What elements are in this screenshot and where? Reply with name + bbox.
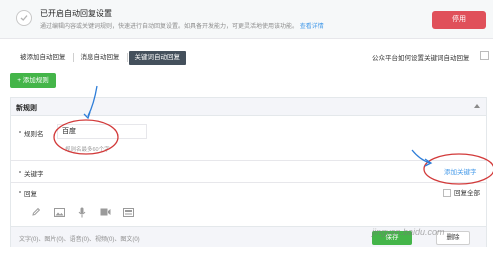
watermark: jingyan.baidu.com bbox=[372, 227, 445, 237]
divider bbox=[11, 160, 486, 161]
bullet-icon bbox=[19, 131, 21, 133]
keyword-label: 关键字 bbox=[24, 171, 44, 178]
reply-all-label: 回复全部 bbox=[454, 190, 480, 197]
reply-label: 回复 bbox=[24, 191, 37, 198]
new-rule-panel: 新规则 规则名 百度 规则名最多60个字 关键字 添加关键字 回复 回复全部 文… bbox=[10, 97, 487, 247]
video-icon[interactable] bbox=[98, 206, 112, 218]
reply-tabs: 被添加自动回复 消息自动回复 关键词自动回复 bbox=[14, 50, 186, 65]
bullet-icon bbox=[19, 171, 21, 173]
add-rule-button[interactable]: + 添加规则 bbox=[10, 73, 56, 88]
detail-link[interactable]: 查看详情 bbox=[300, 24, 324, 30]
media-toolbar bbox=[29, 206, 135, 218]
tab-divider bbox=[126, 53, 128, 62]
add-keyword-link[interactable]: 添加关键字 bbox=[444, 166, 477, 176]
check-icon bbox=[16, 10, 32, 26]
bullet-icon bbox=[19, 191, 21, 193]
tab-added-reply[interactable]: 被添加自动回复 bbox=[14, 51, 72, 65]
panel-title: 新规则 bbox=[16, 105, 37, 112]
article-icon[interactable] bbox=[121, 206, 135, 218]
pencil-icon[interactable] bbox=[29, 206, 43, 218]
rule-name-input[interactable]: 百度 bbox=[57, 124, 147, 139]
content-type-counts: 文字(0)、图片(0)、语音(0)、视频(0)、图文(0) bbox=[19, 237, 140, 243]
panel-header: 新规则 bbox=[11, 98, 486, 116]
rule-name-label: 规则名 bbox=[24, 131, 44, 138]
notice-banner: 已开启自动回复设置 通过编辑内容或关键词规则，快速进行自动回复设置。如具备开发能… bbox=[0, 0, 493, 39]
image-icon[interactable] bbox=[52, 206, 66, 218]
collapse-icon[interactable] bbox=[474, 104, 480, 108]
divider bbox=[11, 182, 486, 183]
checkbox-icon[interactable] bbox=[443, 189, 451, 198]
help-link[interactable]: 公众平台如何设置关键词自动回复 bbox=[372, 52, 470, 62]
notice-title: 已开启自动回复设置 bbox=[40, 9, 112, 18]
reply-all-checkbox[interactable]: 回复全部 bbox=[443, 187, 480, 198]
disable-button[interactable]: 停用 bbox=[432, 11, 486, 29]
rule-name-hint: 规则名最多60个字 bbox=[65, 147, 110, 153]
notice-description: 通过编辑内容或关键词规则，快速进行自动回复设置。如具备开发能力，可更灵活地使用该… bbox=[40, 24, 324, 30]
microphone-icon[interactable] bbox=[75, 206, 89, 218]
tab-message-reply[interactable]: 消息自动回复 bbox=[75, 51, 126, 65]
tab-divider bbox=[72, 53, 74, 62]
help-icon[interactable] bbox=[480, 51, 489, 60]
tab-keyword-reply[interactable]: 关键词自动回复 bbox=[128, 50, 186, 65]
